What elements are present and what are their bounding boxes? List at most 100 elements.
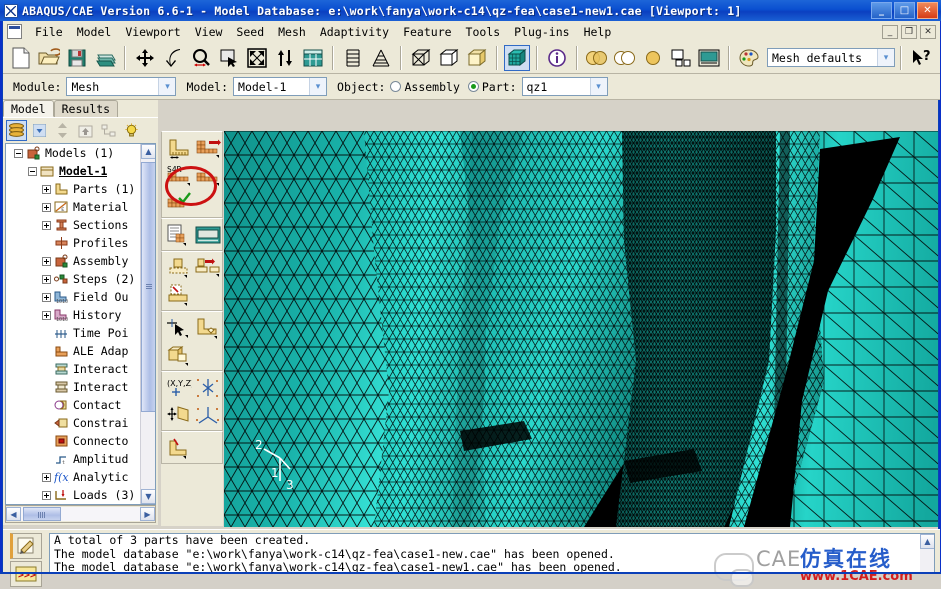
tree-expander-icon[interactable] [42, 202, 51, 212]
box-zoom-icon[interactable] [216, 45, 242, 71]
tree-item-amplitud[interactable]: t Amplitud [6, 450, 140, 468]
menu-item-tools[interactable]: Tools [459, 23, 508, 41]
mesh-statistics-icon[interactable] [193, 221, 222, 248]
select-entity-icon[interactable] [164, 314, 193, 341]
hidden-line-render-icon[interactable] [436, 45, 462, 71]
scroll-right-button[interactable]: ▶ [140, 507, 155, 521]
menu-item-adaptivity[interactable]: Adaptivity [313, 23, 396, 41]
color-mode-combo[interactable]: Mesh defaults ▾ [767, 48, 895, 67]
tree-expander-icon[interactable] [42, 274, 51, 284]
display-group-replace-icon[interactable] [612, 45, 638, 71]
tree-item-time-poi[interactable]: Time Poi [6, 324, 140, 342]
virtual-topology-icon[interactable] [164, 434, 193, 461]
verify-mesh-icon[interactable] [164, 188, 193, 215]
tree-item-history[interactable]: 1010 History [6, 306, 140, 324]
chevron-down-icon[interactable]: ▾ [877, 49, 894, 66]
display-group-create-icon[interactable] [584, 45, 610, 71]
menu-item-viewport[interactable]: Viewport [118, 23, 187, 41]
model-combo[interactable]: Model-1 ▾ [233, 77, 328, 96]
partition-cell-icon[interactable] [164, 341, 193, 368]
tip-bulb-icon[interactable] [121, 120, 142, 141]
app-menu-icon[interactable] [7, 24, 22, 39]
viewport-1[interactable]: 2 1 3 [224, 131, 938, 527]
pan-view-icon[interactable] [132, 45, 158, 71]
new-model-database-icon[interactable] [8, 45, 34, 71]
object-assembly-radio[interactable] [390, 81, 402, 92]
message-log[interactable]: A total of 3 parts have been created. Th… [49, 533, 935, 573]
tree-expander-icon[interactable] [42, 256, 51, 266]
tree-item-models-1[interactable]: Models (1) [6, 144, 140, 162]
mdi-restore-button[interactable]: ❐ [901, 24, 917, 39]
seed-part-instance-icon[interactable] [164, 134, 193, 161]
message-area-icon[interactable] [10, 533, 42, 559]
mesh-report-icon[interactable] [164, 221, 193, 248]
tree-expander-icon[interactable] [42, 184, 51, 194]
hscroll-thumb[interactable] [23, 507, 61, 521]
go-up-icon[interactable] [75, 120, 96, 141]
magnify-view-icon[interactable] [188, 45, 214, 71]
tree-item-sections[interactable]: Sections [6, 216, 140, 234]
color-code-icon[interactable] [736, 45, 762, 71]
scroll-up-button[interactable]: ▲ [141, 144, 155, 159]
filled-render-icon[interactable] [504, 44, 530, 71]
datum-csys-icon[interactable] [193, 401, 222, 428]
tree-item-material[interactable]: ε Material [6, 198, 140, 216]
save-database-icon[interactable] [64, 45, 90, 71]
message-log-vscrollbar[interactable]: ▲ [920, 534, 934, 572]
tree-expander-icon[interactable] [42, 310, 51, 320]
menu-item-model[interactable]: Model [70, 23, 119, 41]
model-tree-hscrollbar[interactable]: ◀ ▶ [5, 505, 156, 523]
mdi-close-button[interactable]: ✕ [920, 24, 936, 39]
tree-expander-icon[interactable] [42, 220, 51, 230]
tree-item-interact[interactable]: Interact [6, 378, 140, 396]
vscroll-thumb[interactable] [141, 162, 155, 412]
tree-expander-icon[interactable] [42, 490, 51, 500]
maximize-button[interactable]: □ [894, 2, 915, 19]
close-button[interactable]: ✕ [917, 2, 938, 19]
tree-item-ale-adap[interactable]: ALE Adap [6, 342, 140, 360]
mesh-part-instance-icon[interactable] [164, 254, 193, 281]
tree-item-field-ou[interactable]: 1010 Field Ou [6, 288, 140, 306]
tab-results[interactable]: Results [53, 100, 119, 117]
parallel-projection-icon[interactable] [368, 45, 394, 71]
tab-model[interactable]: Model [3, 100, 54, 117]
chevron-down-icon[interactable]: ▾ [309, 78, 327, 95]
query-information-icon[interactable] [544, 45, 570, 71]
menu-item-plugins[interactable]: Plug-ins [507, 23, 576, 41]
assign-mesh-controls-icon[interactable] [193, 161, 222, 188]
menu-item-seed[interactable]: Seed [229, 23, 271, 41]
viewport-layout-icon[interactable] [668, 45, 694, 71]
delete-part-mesh-icon[interactable] [164, 281, 193, 308]
print-icon[interactable] [92, 45, 118, 71]
tree-item-constrai[interactable]: Constrai [6, 414, 140, 432]
display-group-all-icon[interactable] [640, 45, 666, 71]
scroll-up-button[interactable]: ▲ [920, 534, 934, 549]
datum-point-icon[interactable]: (X,Y,Z) [164, 374, 193, 401]
model-tree-list[interactable]: Models (1) Model-1 Parts (1) ε Material Secti… [6, 144, 140, 504]
minimize-button[interactable]: _ [871, 2, 892, 19]
tree-item-assembly[interactable]: Assembly [6, 252, 140, 270]
updown-arrows-icon[interactable] [52, 120, 73, 141]
tree-expander-icon[interactable] [42, 472, 51, 482]
seed-edges-icon[interactable] [193, 134, 222, 161]
chevron-down-icon[interactable]: ▾ [589, 78, 607, 95]
view-manager-icon[interactable] [300, 45, 326, 71]
menu-item-view[interactable]: View [188, 23, 230, 41]
perspective-icon[interactable] [340, 45, 366, 71]
rotate-view-icon[interactable] [160, 45, 186, 71]
viewport-annotation-icon[interactable] [696, 45, 722, 71]
menu-item-help[interactable]: Help [577, 23, 619, 41]
auto-fit-view-icon[interactable] [244, 45, 270, 71]
menu-item-file[interactable]: File [28, 23, 70, 41]
partition-face-icon[interactable] [193, 314, 222, 341]
datum-plane-icon[interactable] [164, 401, 193, 428]
tree-item-model-1[interactable]: Model-1 [6, 162, 140, 180]
chevron-down-icon[interactable]: ▾ [158, 78, 176, 95]
tree-item-connecto[interactable]: Connecto [6, 432, 140, 450]
part-combo[interactable]: qz1 ▾ [521, 77, 608, 96]
scroll-down-button[interactable]: ▼ [141, 489, 155, 504]
module-combo[interactable]: Mesh ▾ [66, 77, 177, 96]
cycle-views-icon[interactable] [272, 45, 298, 71]
tree-item-analytic[interactable]: f(x) Analytic [6, 468, 140, 486]
wireframe-render-icon[interactable] [408, 45, 434, 71]
